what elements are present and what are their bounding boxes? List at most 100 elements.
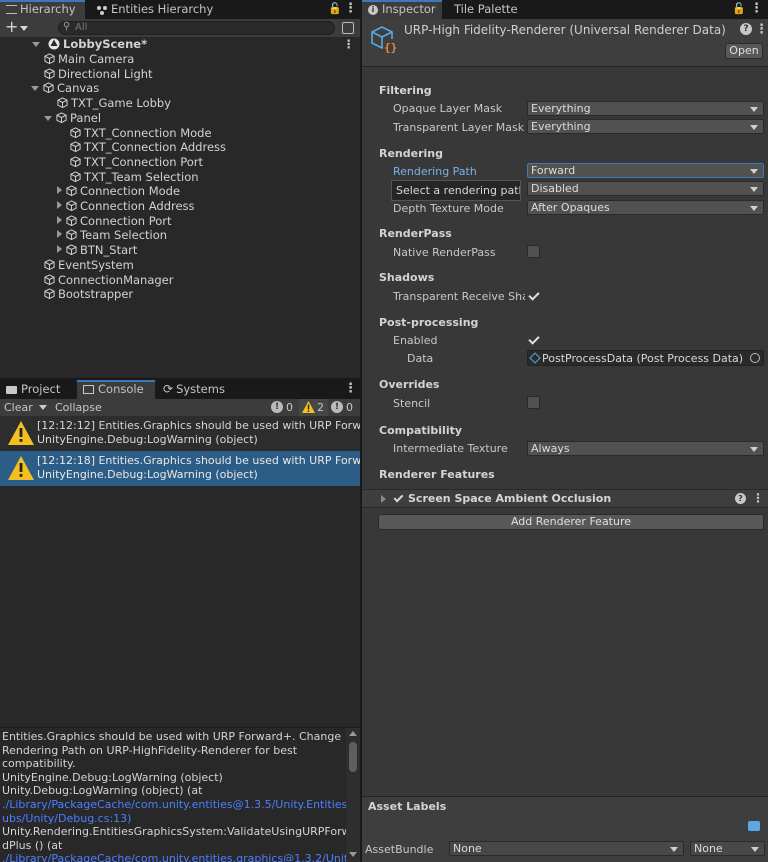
- horizontal-divider[interactable]: [0, 378, 360, 380]
- inspector-menu-icon[interactable]: ⋮: [750, 1, 763, 16]
- feature-expand-icon[interactable]: [381, 495, 386, 503]
- add-dropdown-arrow-icon[interactable]: [20, 26, 28, 31]
- tab-tile-palette-label: Tile Palette: [454, 2, 518, 16]
- stacktrace-link[interactable]: ubs/Unity/Debug.cs:13): [2, 812, 131, 826]
- expand-right-icon[interactable]: [57, 215, 62, 224]
- expand-right-icon[interactable]: [57, 186, 62, 195]
- scroll-up-arrow-icon[interactable]: [349, 731, 357, 736]
- rendering-path-dropdown[interactable]: Forward: [527, 163, 764, 178]
- transparent-receive-shadows-checkbox[interactable]: [527, 289, 540, 302]
- hierarchy-item[interactable]: TXT_Connection Port: [70, 155, 203, 170]
- hierarchy-item[interactable]: ConnectionManager: [44, 273, 173, 288]
- console-menu-icon[interactable]: ⋮: [344, 381, 357, 396]
- scroll-thumb[interactable]: [349, 742, 357, 772]
- hierarchy-item-label: Team Selection: [80, 228, 168, 243]
- native-renderpass-checkbox[interactable]: [527, 245, 540, 258]
- scene-name: LobbyScene*: [63, 37, 148, 51]
- stacktrace-link[interactable]: ./Library/PackageCache/com.unity.entitie…: [2, 798, 360, 812]
- hierarchy-item[interactable]: TXT_Connection Mode: [70, 126, 212, 141]
- hierarchy-item[interactable]: EventSystem: [44, 258, 134, 273]
- tab-systems[interactable]: ⟳ Systems: [157, 380, 231, 399]
- scene-menu-icon[interactable]: ⋮: [343, 37, 355, 52]
- gameobject-cube-icon: [70, 156, 81, 167]
- rendering-path-tooltip: Select a rendering path.: [391, 180, 521, 201]
- hierarchy-item[interactable]: Connection Mode: [57, 184, 180, 199]
- vertical-divider[interactable]: [360, 0, 362, 862]
- tab-project[interactable]: Project: [0, 380, 66, 399]
- scene-row[interactable]: LobbyScene* ⋮: [32, 37, 360, 52]
- hierarchy-item[interactable]: Connection Address: [57, 199, 195, 214]
- scroll-down-arrow-icon[interactable]: [349, 852, 357, 857]
- post-process-data-icon: [529, 352, 541, 364]
- lock-icon[interactable]: 🔓: [732, 2, 746, 15]
- hierarchy-item[interactable]: Team Selection: [57, 228, 167, 243]
- warning-count-toggle[interactable]: 2: [299, 399, 328, 416]
- section-compatibility: Compatibility: [379, 424, 463, 437]
- post-processing-enabled-checkbox[interactable]: [527, 333, 540, 346]
- add-icon[interactable]: +: [5, 17, 18, 36]
- tab-console[interactable]: Console: [77, 380, 155, 399]
- header-menu-icon[interactable]: ⋮: [755, 22, 768, 37]
- console-detail[interactable]: Entities.Graphics should be used with UR…: [0, 727, 360, 862]
- stencil-checkbox[interactable]: [527, 396, 540, 409]
- hierarchy-item[interactable]: TXT_Connection Address: [70, 140, 226, 155]
- native-renderpass-label: Native RenderPass: [393, 246, 496, 259]
- stacktrace-link[interactable]: ./Library/PackageCache/com.unity.entitie…: [2, 852, 360, 862]
- hierarchy-item[interactable]: TXT_Team Selection: [70, 170, 199, 185]
- open-button[interactable]: Open: [725, 43, 763, 59]
- lock-icon[interactable]: 🔓: [328, 2, 342, 15]
- post-processing-data-field[interactable]: PostProcessData (Post Process Data): [527, 350, 764, 366]
- assetbundle-dropdown[interactable]: None: [449, 841, 684, 856]
- hierarchy-item[interactable]: Panel: [44, 111, 101, 126]
- help-icon[interactable]: ?: [740, 23, 752, 35]
- error-count-toggle[interactable]: ! 0: [331, 400, 357, 415]
- hierarchy-item[interactable]: Connection Port: [57, 214, 172, 229]
- hierarchy-item-label: Bootstrapper: [58, 287, 134, 302]
- clear-button[interactable]: Clear: [4, 401, 33, 414]
- opaque-layer-mask-dropdown[interactable]: Everything: [527, 101, 764, 116]
- detail-scrollbar[interactable]: [346, 728, 360, 862]
- console-entry-selected[interactable]: [12:12:18] Entities.Graphics should be u…: [0, 451, 360, 486]
- tab-entities-hierarchy[interactable]: Entities Hierarchy: [90, 0, 219, 19]
- expand-right-icon[interactable]: [57, 245, 62, 254]
- expand-right-icon[interactable]: [57, 201, 62, 209]
- clear-dropdown-arrow-icon[interactable]: [39, 405, 47, 410]
- feature-menu-icon[interactable]: ⋮: [752, 491, 764, 505]
- warning-count: 2: [317, 401, 324, 414]
- hierarchy-item[interactable]: TXT_Game Lobby: [57, 96, 171, 111]
- assetbundle-label: AssetBundle: [365, 843, 434, 856]
- scene-expand-icon[interactable]: [32, 42, 40, 47]
- hierarchy-item[interactable]: BTN_Start: [57, 243, 137, 258]
- object-picker-icon[interactable]: [750, 353, 760, 363]
- collapse-button[interactable]: Collapse: [55, 401, 102, 414]
- hierarchy-item[interactable]: Main Camera: [44, 52, 134, 67]
- hierarchy-item[interactable]: Bootstrapper: [44, 287, 133, 302]
- transparent-layer-mask-dropdown[interactable]: Everything: [527, 119, 764, 134]
- depth-texture-mode-dropdown[interactable]: After Opaques: [527, 200, 764, 215]
- depth-priming-dropdown[interactable]: Disabled: [527, 181, 764, 196]
- feature-enabled-checkbox[interactable]: [393, 492, 404, 503]
- expand-down-icon[interactable]: [44, 115, 52, 121]
- post-processing-enabled-label: Enabled: [393, 334, 438, 347]
- add-renderer-feature-button[interactable]: Add Renderer Feature: [378, 514, 764, 530]
- info-count-toggle[interactable]: ! 0: [271, 400, 297, 415]
- assetbundle-variant-dropdown[interactable]: None: [690, 841, 765, 856]
- pane-menu-icon[interactable]: ⋮: [344, 1, 357, 16]
- renderer-feature-row[interactable]: Screen Space Ambient Occlusion ? ⋮: [362, 489, 768, 508]
- tab-inspector[interactable]: i Inspector: [362, 0, 442, 19]
- feature-help-icon[interactable]: ?: [735, 493, 746, 504]
- search-options-icon[interactable]: [342, 22, 354, 34]
- expand-right-icon[interactable]: [57, 230, 62, 239]
- hierarchy-item[interactable]: Directional Light: [44, 67, 153, 82]
- rendering-path-label: Rendering Path: [393, 165, 477, 178]
- label-tag-icon[interactable]: [748, 821, 760, 831]
- unity-scene-icon: [48, 38, 60, 50]
- hierarchy-item-label: TXT_Connection Address: [84, 140, 226, 155]
- section-rendering: Rendering: [379, 147, 443, 160]
- expand-down-icon[interactable]: [31, 86, 39, 92]
- intermediate-texture-dropdown[interactable]: Always: [527, 441, 764, 456]
- hierarchy-item[interactable]: Canvas: [31, 81, 99, 96]
- tab-tile-palette[interactable]: Tile Palette: [448, 0, 524, 19]
- console-entry[interactable]: [12:12:12] Entities.Graphics should be u…: [0, 416, 360, 451]
- search-input[interactable]: ⚲ All: [58, 21, 335, 35]
